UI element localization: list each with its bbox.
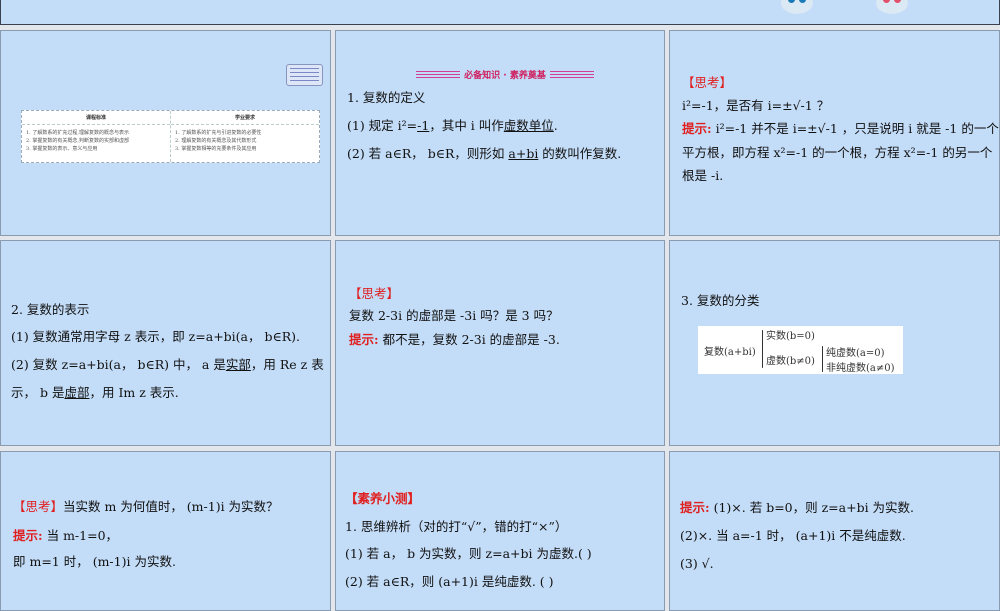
text: 的数叫作复数.	[538, 146, 622, 161]
question-text: 当实数 m 为何值时， (m-1)i 为实数？	[63, 499, 279, 514]
think-tag: 【思考】	[13, 499, 64, 514]
text: ，用 Im z 表示.	[89, 385, 179, 400]
table-header: 课程标准	[22, 111, 170, 125]
text-line: 示， b 是虚部，用 Im z 表示.	[11, 385, 179, 401]
section-ribbon: 必备知识 · 素养奠基	[416, 68, 594, 81]
hint-line: 提示: 当 m-1=0，	[13, 528, 118, 544]
table-header: 学业要求	[171, 111, 319, 125]
text-line: (2)×. 当 a=-1 时， (a+1)i 不是纯虚数.	[680, 528, 906, 543]
blue-decoration-icon	[781, 0, 813, 14]
text: 示， b 是	[11, 385, 65, 400]
curriculum-table: 课程标准 1. 了解数系的扩充过程,理解复数的概念与表示 2. 掌握复数的有关概…	[21, 110, 320, 163]
underlined-text: 实部	[225, 357, 251, 372]
table-cell: 3. 掌握复数的表示、意义与应用	[26, 146, 98, 152]
text: 当 m-1=0，	[42, 528, 119, 543]
question-line: 【思考】当实数 m 为何值时， (m-1)i 为实数？	[13, 499, 279, 515]
slide-thumbnail-2[interactable]: 必备知识 · 素养奠基 1. 复数的定义 (1) 规定 i²=-1，其中 i 叫…	[335, 30, 665, 236]
text: i²=-1 并不是 i=±√-1 ，只是说明 i 就是 -1 的一个	[711, 121, 999, 136]
classification-formula: 复数(a+bi) 实数(b=0) 虚数(b≠0) 纯虚数(a=0) 非纯虚数(a…	[698, 326, 903, 374]
text: (2) 若 a∈R， b∈R，则形如	[347, 146, 509, 161]
tip-box	[286, 64, 323, 86]
slide-thumbnail-9[interactable]: 提示: (1)×. 若 b=0，则 z=a+bi 为实数. (2)×. 当 a=…	[669, 451, 1000, 611]
hint-line: 提示: (1)×. 若 b=0，则 z=a+bi 为实数.	[680, 500, 914, 516]
hint-line: 提示: i²=-1 并不是 i=±√-1 ，只是说明 i 就是 -1 的一个	[682, 121, 999, 137]
hint-label: 提示:	[682, 121, 712, 136]
slide-thumbnail-5[interactable]: 【思考】 复数 2-3i 的虚部是 -3i 吗？是 3 吗？ 提示: 都不是，复…	[335, 240, 665, 446]
table-cell: 2. 掌握复数的有关概念,判断复数的实部和虚部	[26, 138, 129, 144]
brace-icon	[822, 346, 823, 372]
formula-nonpure: 非纯虚数(a≠0)	[826, 363, 895, 374]
table-cell: 2. 理解复数的有关概念及其代数形式	[175, 138, 257, 144]
underlined-text: a+bi	[508, 146, 539, 161]
text: (1) 规定 i²=	[347, 118, 418, 133]
text-line: (2) 复数 z=a+bi(a， b∈R) 中， a 是实部，用 Re z 表	[11, 357, 324, 373]
hint-line: 提示: 都不是，复数 2-3i 的虚部是 -3.	[349, 332, 560, 348]
text-line: (3) √.	[680, 556, 714, 571]
ribbon-text: 必备知识 · 素养奠基	[464, 70, 546, 81]
text: (1)×. 若 b=0，则 z=a+bi 为实数.	[709, 500, 915, 515]
quiz-tag: 【素养小测】	[345, 491, 421, 506]
text: 都不是，复数 2-3i 的虚部是 -3.	[378, 332, 560, 347]
question-text: 复数 2-3i 的虚部是 -3i 吗？是 3 吗？	[349, 308, 559, 323]
slide-thumbnail-3[interactable]: 【思考】 i²=-1，是否有 i=±√-1 ？ 提示: i²=-1 并不是 i=…	[669, 30, 1000, 236]
text: .	[553, 118, 558, 133]
table-cell: 1. 了解数系的扩充与引进复数的必要性	[175, 130, 262, 136]
text-line: (1) 复数通常用字母 z 表示，即 z=a+bi(a， b∈R).	[11, 329, 300, 344]
text-line: 平方根，即方程 x²=-1 的一个根，方程 x²=-1 的另一个	[682, 145, 993, 160]
text-line: (1) 若 a， b 为实数，则 z=a+bi 为虚数.( )	[345, 546, 592, 561]
text-line: (2) 若 a∈R，则 (a+1)i 是纯虚数. ( )	[345, 574, 554, 589]
text: ，用 Re z 表	[250, 357, 324, 372]
text: ，其中 i 叫作	[429, 118, 504, 133]
text: (2) 复数 z=a+bi(a， b∈R) 中， a 是	[11, 357, 226, 372]
previous-slide-partial[interactable]	[0, 0, 1000, 25]
underlined-text: -1	[417, 118, 430, 133]
slide-thumbnail-6[interactable]: 3. 复数的分类 复数(a+bi) 实数(b=0) 虚数(b≠0) 纯虚数(a=…	[669, 240, 1000, 446]
hint-label: 提示:	[349, 332, 379, 347]
slide-thumbnail-4[interactable]: 2. 复数的表示 (1) 复数通常用字母 z 表示，即 z=a+bi(a， b∈…	[0, 240, 331, 446]
slide-heading: 1. 复数的定义	[347, 90, 426, 105]
think-tag: 【思考】	[349, 286, 400, 301]
underlined-text: 虚部	[64, 385, 90, 400]
hint-label: 提示:	[680, 500, 710, 515]
slide-heading: 2. 复数的表示	[11, 302, 90, 317]
question-text: i²=-1，是否有 i=±√-1 ？	[682, 98, 830, 113]
text-line: (1) 规定 i²=-1，其中 i 叫作虚数单位.	[347, 118, 558, 134]
formula-pure: 纯虚数(a=0)	[826, 348, 885, 359]
table-cell: 3. 掌握复数相等的充要条件及其应用	[175, 146, 257, 152]
formula-root: 复数(a+bi)	[704, 347, 756, 358]
pink-decoration-icon	[876, 0, 908, 14]
think-tag: 【思考】	[682, 75, 733, 90]
text-line: 根是 -i.	[682, 168, 724, 183]
text-line: 1. 思维辨析（对的打“√”，错的打“×”）	[345, 519, 568, 534]
slide-heading: 3. 复数的分类	[681, 293, 760, 308]
text-line: 即 m=1 时， (m-1)i 为实数.	[13, 554, 176, 569]
slide-thumbnail-7[interactable]: 【思考】当实数 m 为何值时， (m-1)i 为实数？ 提示: 当 m-1=0，…	[0, 451, 331, 611]
brace-icon	[762, 330, 763, 368]
slide-thumbnail-8[interactable]: 【素养小测】 1. 思维辨析（对的打“√”，错的打“×”） (1) 若 a， b…	[335, 451, 665, 611]
slide-thumbnail-1[interactable]: 课程标准 1. 了解数系的扩充过程,理解复数的概念与表示 2. 掌握复数的有关概…	[0, 30, 331, 236]
text-line: (2) 若 a∈R， b∈R，则形如 a+bi 的数叫作复数.	[347, 146, 621, 162]
formula-imag: 虚数(b≠0)	[766, 356, 815, 367]
underlined-text: 虚数单位	[503, 118, 554, 133]
hint-label: 提示:	[13, 528, 43, 543]
table-cell: 1. 了解数系的扩充过程,理解复数的概念与表示	[26, 130, 129, 136]
formula-real: 实数(b=0)	[766, 331, 815, 342]
